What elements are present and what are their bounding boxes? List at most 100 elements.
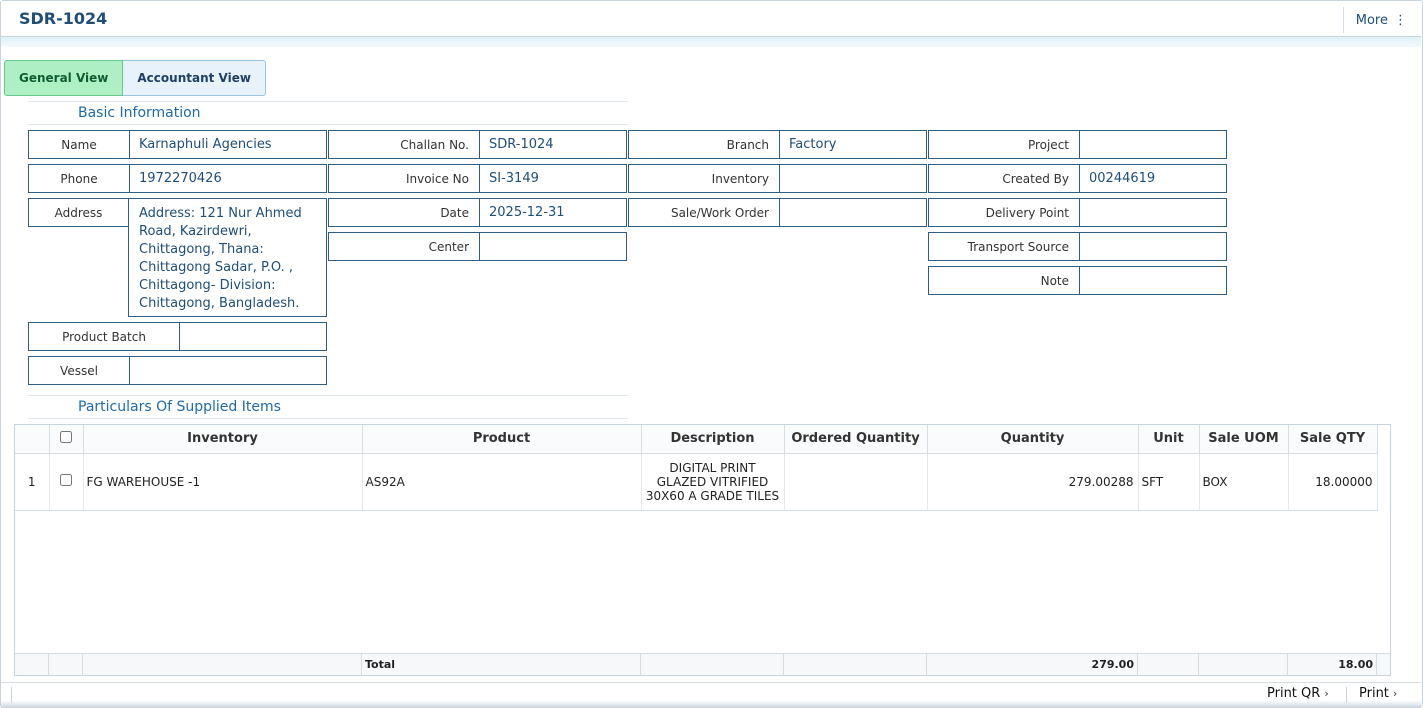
row-index: 1 — [15, 453, 50, 511]
totals-cell-description — [641, 654, 784, 676]
field-created-by: Created By 00244619 — [928, 164, 1227, 193]
field-created-by-value: 00244619 — [1089, 171, 1156, 186]
field-invoice-no: Invoice No SI-3149 — [328, 164, 627, 193]
header-index — [15, 425, 50, 454]
field-branch-value: Factory — [789, 137, 837, 152]
totals-cell-ordered — [784, 654, 927, 676]
header-sale-uom[interactable]: Sale UOM — [1199, 425, 1289, 454]
field-invoice-no-label: Invoice No — [329, 165, 480, 192]
field-sale-work-order-value — [780, 199, 798, 226]
more-vertical-icon: ⋮ — [1394, 12, 1407, 28]
field-created-by-label: Created By — [929, 165, 1080, 192]
field-inventory-label: Inventory — [629, 165, 780, 192]
field-center-label: Center — [329, 233, 480, 260]
totals-cell-index — [15, 654, 49, 676]
field-inventory: Inventory — [628, 164, 927, 193]
field-note-label: Note — [929, 267, 1080, 294]
field-date-label: Date — [329, 199, 480, 226]
field-phone: Phone 1972270426 — [28, 164, 327, 193]
row-checkbox[interactable] — [60, 474, 72, 486]
field-transport-source-value — [1080, 233, 1098, 260]
field-name-value: Karnaphuli Agencies — [139, 137, 272, 152]
footer-divider — [1346, 687, 1347, 703]
table-header-row: Inventory Product Description Ordered Qu… — [15, 425, 1378, 454]
header-unit[interactable]: Unit — [1138, 425, 1200, 454]
footer-left-separator — [11, 687, 12, 703]
field-date-value: 2025-12-31 — [489, 205, 565, 220]
cell-product: AS92A — [362, 453, 642, 511]
field-delivery-point: Delivery Point — [928, 198, 1227, 227]
field-vessel-value — [130, 357, 148, 384]
totals-quantity: 279.00 — [927, 654, 1138, 676]
print-qr-button[interactable]: Print QR › — [1267, 686, 1329, 701]
field-sale-work-order: Sale/Work Order — [628, 198, 927, 227]
field-vessel-label: Vessel — [29, 357, 130, 384]
header-description[interactable]: Description — [641, 425, 785, 454]
more-button[interactable]: More ⋮ — [1342, 7, 1413, 33]
field-project-label: Project — [929, 131, 1080, 158]
field-transport-source: Transport Source — [928, 232, 1227, 261]
page-title: SDR-1024 — [19, 9, 108, 28]
field-phone-value: 1972270426 — [139, 171, 222, 186]
field-address-value: Address: 121 Nur Ahmed Road, Kazirdewri,… — [128, 198, 327, 317]
field-phone-label: Phone — [29, 165, 130, 192]
items-table: Inventory Product Description Ordered Qu… — [15, 425, 1378, 511]
field-project: Project — [928, 130, 1227, 159]
field-challan-no: Challan No. SDR-1024 — [328, 130, 627, 159]
header-select — [49, 425, 84, 454]
field-product-batch-value — [180, 323, 198, 350]
header-product[interactable]: Product — [362, 425, 642, 454]
page-header: SDR-1024 More ⋮ — [1, 1, 1421, 37]
totals-cell-select — [49, 654, 83, 676]
cell-inventory: FG WAREHOUSE -1 — [83, 453, 363, 511]
tab-general-view[interactable]: General View — [4, 60, 124, 96]
cell-unit: SFT — [1138, 453, 1200, 511]
field-branch-label: Branch — [629, 131, 780, 158]
totals-label: Total — [362, 654, 641, 676]
field-invoice-no-value: SI-3149 — [489, 171, 539, 186]
field-product-batch-label: Product Batch — [29, 323, 180, 350]
totals-cell-sale-uom — [1199, 654, 1288, 676]
field-inventory-value — [780, 165, 798, 192]
field-note-value — [1080, 267, 1098, 294]
chevron-right-icon: › — [1392, 687, 1398, 700]
totals-sale-qty: 18.00 — [1288, 654, 1377, 676]
cell-quantity: 279.00288 — [927, 453, 1139, 511]
more-label: More — [1355, 12, 1388, 28]
items-table-container: Inventory Product Description Ordered Qu… — [14, 424, 1391, 676]
cell-sale-uom: BOX — [1199, 453, 1289, 511]
header-sale-qty[interactable]: Sale QTY — [1288, 425, 1378, 454]
field-delivery-point-label: Delivery Point — [929, 199, 1080, 226]
field-sale-work-order-label: Sale/Work Order — [629, 199, 780, 226]
cell-sale-qty: 18.00000 — [1288, 453, 1378, 511]
field-project-value — [1080, 131, 1098, 158]
chevron-right-icon: › — [1324, 687, 1329, 700]
select-all-checkbox[interactable] — [60, 430, 72, 443]
field-center-value — [480, 233, 498, 260]
cell-ordered-quantity — [784, 453, 928, 511]
field-vessel: Vessel — [28, 356, 327, 385]
header-band — [1, 37, 1421, 47]
cell-description: DIGITAL PRINT GLAZED VITRIFIED 30X60 A G… — [641, 453, 785, 511]
header-inventory[interactable]: Inventory — [83, 425, 363, 454]
section-title-particulars: Particulars Of Supplied Items — [28, 395, 628, 419]
field-center: Center — [328, 232, 627, 261]
field-product-batch: Product Batch — [28, 322, 327, 351]
header-ordered-quantity[interactable]: Ordered Quantity — [784, 425, 928, 454]
print-qr-label: Print QR — [1267, 686, 1321, 701]
table-row[interactable]: 1 FG WAREHOUSE -1 AS92A DIGITAL PRINT GL… — [15, 453, 1378, 511]
tab-accountant-view[interactable]: Accountant View — [123, 60, 266, 96]
field-branch: Branch Factory — [628, 130, 927, 159]
section-title-basic-information: Basic Information — [28, 101, 628, 125]
table-totals-row: Total 279.00 18.00 — [15, 653, 1390, 676]
field-name-label: Name — [29, 131, 130, 158]
field-challan-no-label: Challan No. — [329, 131, 480, 158]
header-quantity[interactable]: Quantity — [927, 425, 1139, 454]
field-date: Date 2025-12-31 — [328, 198, 627, 227]
view-tabs: General View Accountant View — [4, 60, 266, 96]
field-name: Name Karnaphuli Agencies — [28, 130, 327, 159]
field-challan-no-value: SDR-1024 — [489, 137, 554, 152]
print-label: Print — [1359, 686, 1389, 701]
print-button[interactable]: Print › — [1359, 686, 1397, 701]
footer-toolbar: Print QR › Print › — [1, 682, 1421, 708]
